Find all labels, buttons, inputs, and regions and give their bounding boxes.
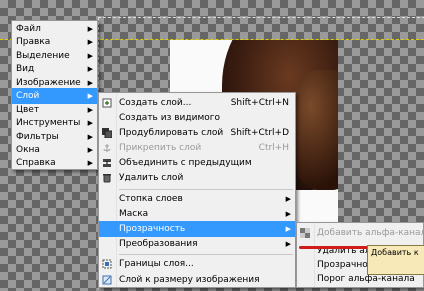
- tooltip: Добавить к: [367, 245, 424, 275]
- photo-hair-strand: [290, 70, 338, 190]
- anchor-icon: [102, 143, 112, 153]
- submenu-arrow-icon: ▶: [285, 195, 291, 203]
- menu-item-transform[interactable]: Преобразования ▶: [99, 236, 295, 252]
- menu-item-layer-stack[interactable]: Стопка слоев ▶: [99, 191, 295, 207]
- main-menu: Файл ▶ Правка ▶ Выделение ▶ Вид ▶ Изображени…: [11, 20, 98, 170]
- menu-item-duplicate-layer[interactable]: Продублировать слой Shift+Ctrl+D: [99, 125, 295, 141]
- menu-item-help[interactable]: Справка ▶: [12, 155, 97, 171]
- menu-item-add-alpha-channel[interactable]: Добавить альфа-канал: [297, 225, 424, 241]
- menu-separator: [119, 254, 293, 255]
- menu-item-transparency[interactable]: Прозрачность ▶: [99, 221, 295, 237]
- menu-item-delete-layer[interactable]: Удалить слой: [99, 170, 295, 186]
- submenu-arrow-icon: ▶: [285, 225, 291, 233]
- layer-submenu: Создать слой... Shift+Ctrl+N Создать из в…: [98, 92, 296, 288]
- duplicate-layer-icon: [102, 128, 113, 139]
- new-layer-icon: [102, 98, 112, 108]
- merge-down-icon: [102, 158, 112, 168]
- menu-item-new-from-visible[interactable]: Создать из видимого: [99, 110, 295, 126]
- submenu-arrow-icon: ▶: [87, 159, 93, 167]
- menu-item-merge-down[interactable]: Объединить с предыдущим: [99, 155, 295, 171]
- alpha-channel-icon: [300, 228, 310, 238]
- layer-boundary-icon: [102, 259, 112, 269]
- menu-item-layer-boundary[interactable]: Границы слоя...: [99, 256, 295, 272]
- menu-item-mask[interactable]: Маска ▶: [99, 206, 295, 222]
- menu-item-anchor-layer[interactable]: Прикрепить слой Ctrl+H: [99, 140, 295, 156]
- submenu-arrow-icon: ▶: [285, 210, 291, 218]
- delete-layer-icon: [102, 173, 112, 183]
- tooltip-text: Добавить к: [371, 248, 419, 257]
- menu-item-new-layer[interactable]: Создать слой... Shift+Ctrl+N: [99, 95, 295, 111]
- layer-to-image-size-icon: [102, 275, 112, 285]
- submenu-arrow-icon: ▶: [285, 240, 291, 248]
- menu-item-layer-to-image-size[interactable]: Слой к размеру изображения: [99, 272, 295, 288]
- menu-separator: [119, 189, 293, 190]
